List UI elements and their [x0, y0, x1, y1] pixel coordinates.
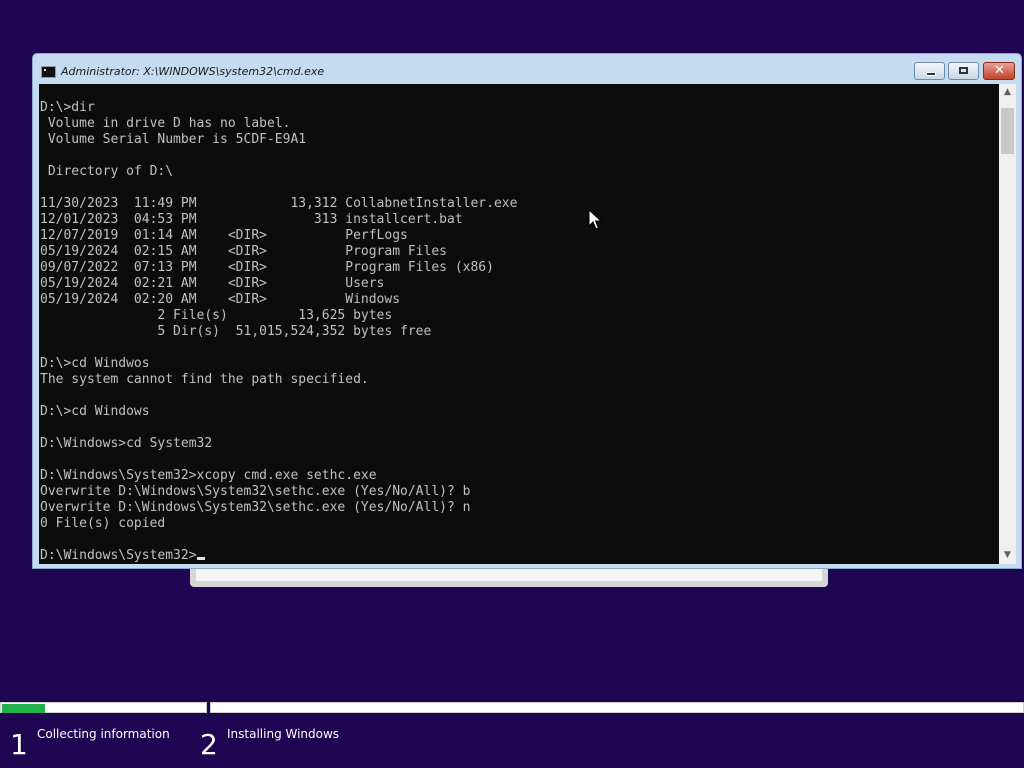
- step-number: 1: [10, 728, 28, 761]
- console-line: Volume in drive D has no label.: [47, 116, 291, 131]
- scroll-up-arrow-icon[interactable]: ▲: [999, 84, 1016, 101]
- vertical-scrollbar[interactable]: ▲ ▼: [999, 84, 1016, 564]
- console-line: The system cannot find the path specifie…: [40, 372, 369, 387]
- setup-progress-bar: [0, 702, 1024, 713]
- maximize-icon: [959, 67, 968, 74]
- minimize-icon: [926, 72, 936, 76]
- console-line: D:\Windows\System32>xcopy cmd.exe sethc.…: [40, 468, 377, 483]
- maximize-button[interactable]: [948, 62, 979, 80]
- scroll-down-arrow-icon[interactable]: ▼: [999, 547, 1016, 564]
- cmd-window[interactable]: Administrator: X:\WINDOWS\system32\cmd.e…: [32, 53, 1022, 569]
- console-line: Directory of D:\: [47, 164, 174, 179]
- console-line: 11/30/2023 11:49 PM 13,312 CollabnetInst…: [40, 196, 518, 211]
- mouse-pointer-icon: [588, 209, 602, 230]
- console-output-area[interactable]: D:\>dir Volume in drive D has no label. …: [39, 84, 999, 564]
- console-line: D:\>cd Windows: [40, 404, 150, 419]
- console-prompt: D:\Windows\System32>: [40, 548, 197, 563]
- console-line: Volume Serial Number is 5CDF-E9A1: [47, 132, 307, 147]
- step-number: 2: [200, 728, 218, 761]
- console-text: D:\>dir Volume in drive D has no label. …: [40, 100, 517, 564]
- step-label: Installing Windows: [227, 727, 340, 741]
- text-cursor: [196, 557, 205, 560]
- progress-segment-collecting: [0, 702, 207, 713]
- console-line: 12/07/2019 01:14 AM <DIR> PerfLogs: [40, 228, 408, 243]
- console-line: 05/19/2024 02:15 AM <DIR> Program Files: [40, 244, 447, 259]
- console-history: D:\>dir Volume in drive D has no label. …: [40, 100, 517, 531]
- progress-segment-installing: [210, 702, 1024, 713]
- close-button[interactable]: ✕: [983, 62, 1015, 80]
- window-title: Administrator: X:\WINDOWS\system32\cmd.e…: [61, 65, 325, 78]
- console-line: Overwrite D:\Windows\System32\sethc.exe …: [40, 484, 471, 499]
- console-line: D:\Windows>cd System32: [40, 436, 213, 451]
- console-line: D:\>dir: [40, 100, 95, 115]
- close-icon: ✕: [994, 63, 1005, 78]
- step-label: Collecting information: [37, 727, 170, 741]
- console-line: 09/07/2022 07:13 PM <DIR> Program Files …: [40, 260, 494, 275]
- console-line: 2 File(s) 13,625 bytes: [157, 308, 393, 323]
- console-line: D:\>cd Windwos: [40, 356, 150, 371]
- console-line: 12/01/2023 04:53 PM 313 installcert.bat: [40, 212, 463, 227]
- progress-fill: [2, 704, 45, 713]
- console-line: 05/19/2024 02:20 AM <DIR> Windows: [40, 292, 401, 307]
- console-line: 5 Dir(s) 51,015,524,352 bytes free: [157, 324, 432, 339]
- title-bar[interactable]: Administrator: X:\WINDOWS\system32\cmd.e…: [33, 54, 1021, 84]
- console-line: Overwrite D:\Windows\System32\sethc.exe …: [40, 500, 471, 515]
- cmd-app-icon[interactable]: [41, 66, 56, 78]
- console-line: 0 File(s) copied: [40, 516, 166, 531]
- scroll-thumb[interactable]: [1001, 108, 1014, 154]
- console-line: 05/19/2024 02:21 AM <DIR> Users: [40, 276, 385, 291]
- minimize-button[interactable]: [914, 62, 945, 80]
